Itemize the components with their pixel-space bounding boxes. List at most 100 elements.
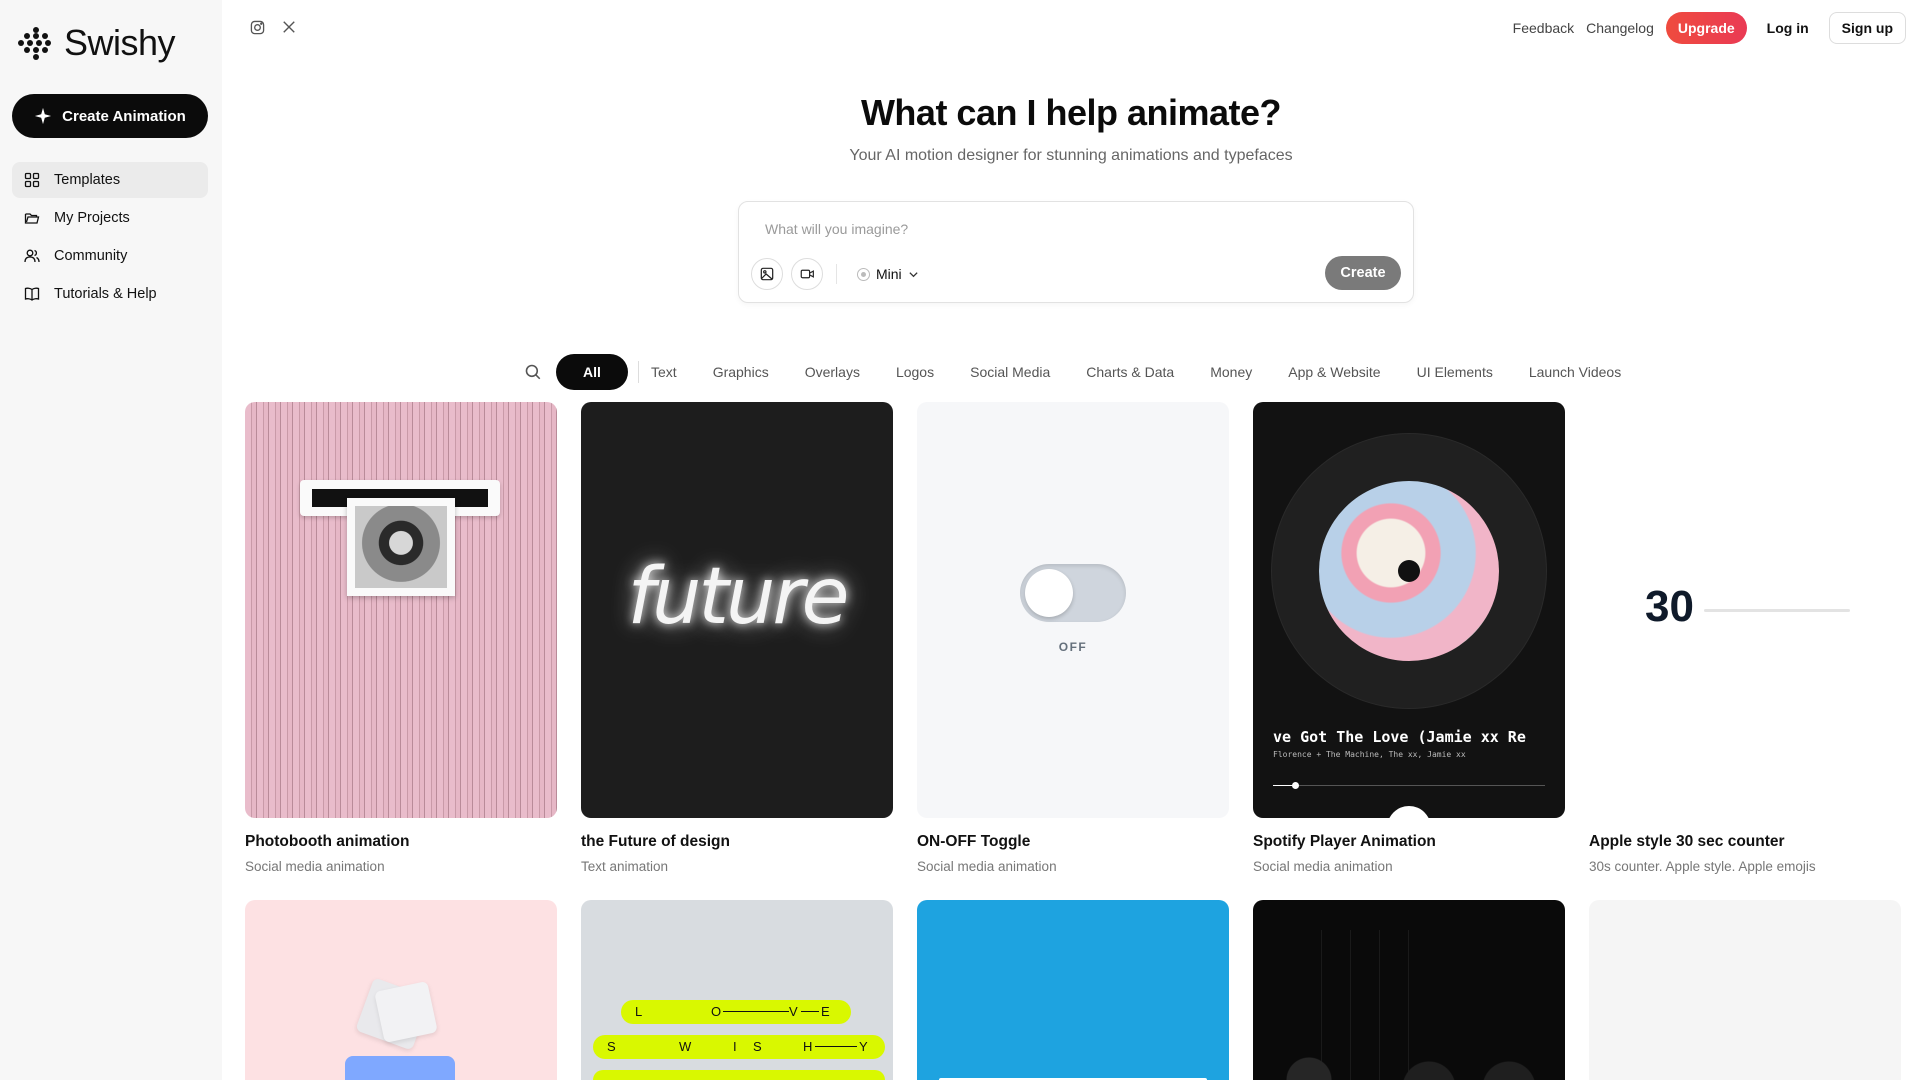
video-upload-button[interactable] <box>791 258 823 290</box>
card-thumbnail <box>1589 900 1901 1080</box>
top-nav: Feedback Changelog Upgrade Log in Sign u… <box>1513 12 1906 44</box>
filter-logos[interactable]: Logos <box>896 364 952 380</box>
create-animation-button[interactable]: Create Animation <box>12 94 208 138</box>
folder-icon <box>24 213 40 224</box>
filter-social-media[interactable]: Social Media <box>970 364 1068 380</box>
sidebar-item-tutorials[interactable]: Tutorials & Help <box>12 276 208 312</box>
card-subtitle: Social media animation <box>917 859 1057 874</box>
category-filters: All Text Graphics Overlays Logos Social … <box>524 354 1639 390</box>
song-artist: Florence + The Machine, The xx, Jamie xx <box>1273 750 1466 759</box>
sparkle-icon <box>35 107 52 125</box>
play-button-peek <box>1387 806 1431 818</box>
card-thumbnail: L O V E S W I S H Y <box>581 900 893 1080</box>
template-card-counter[interactable]: 30 Apple style 30 sec counter 30s counte… <box>1589 402 1901 874</box>
book-icon <box>24 287 40 301</box>
sidebar-item-templates[interactable]: Templates <box>12 162 208 198</box>
prompt-box: Mini Create <box>738 201 1414 303</box>
search-icon[interactable] <box>524 363 542 381</box>
card-thumbnail <box>245 900 557 1080</box>
filter-ui-elements[interactable]: UI Elements <box>1417 364 1511 380</box>
x-icon[interactable] <box>280 18 298 36</box>
template-card-toggle[interactable]: OFF ON-OFF Toggle Social media animation <box>917 402 1229 874</box>
logo[interactable]: Swishy <box>18 22 176 64</box>
filter-charts-data[interactable]: Charts & Data <box>1086 364 1192 380</box>
image-placeholder-icon <box>374 980 438 1044</box>
image-icon <box>760 267 774 281</box>
model-dot-icon <box>857 267 870 281</box>
toggle-switch <box>1020 564 1126 622</box>
model-select[interactable]: Mini <box>857 266 919 282</box>
template-card-spotify[interactable]: ve Got The Love (Jamie xx Re Florence + … <box>1253 402 1565 874</box>
feedback-link[interactable]: Feedback <box>1513 20 1574 36</box>
chevron-down-icon <box>909 271 918 277</box>
create-animation-label: Create Animation <box>62 107 186 125</box>
photo-print <box>347 498 455 596</box>
sidebar-nav: Templates My Projects Community Tutorial… <box>12 162 208 314</box>
users-icon <box>24 249 40 263</box>
instagram-icon[interactable] <box>248 18 266 36</box>
card-thumbnail: 30 <box>1589 402 1901 818</box>
word-bar-3 <box>593 1070 885 1080</box>
vinyl-record <box>1272 434 1546 708</box>
card-thumbnail <box>917 900 1229 1080</box>
card-title: Photobooth animation <box>245 833 410 850</box>
template-card-wordgrid[interactable]: L O V E S W I S H Y <box>581 900 893 1080</box>
card-subtitle: Text animation <box>581 859 669 874</box>
card-thumbnail <box>245 402 557 818</box>
sidebar-item-label: Community <box>54 248 128 264</box>
template-card-folder[interactable] <box>245 900 557 1080</box>
signup-button[interactable]: Sign up <box>1828 12 1906 44</box>
template-card-blue[interactable] <box>917 900 1229 1080</box>
dark-number-peek <box>1279 1050 1539 1080</box>
filter-app-website[interactable]: App & Website <box>1288 364 1398 380</box>
sidebar-item-community[interactable]: Community <box>12 238 208 274</box>
card-thumbnail: ve Got The Love (Jamie xx Re Florence + … <box>1253 402 1565 818</box>
sidebar-item-label: Tutorials & Help <box>54 286 157 302</box>
logo-icon <box>18 25 54 61</box>
video-icon <box>800 269 814 279</box>
filter-all[interactable]: All <box>556 354 628 390</box>
filter-graphics[interactable]: Graphics <box>713 364 787 380</box>
card-subtitle: Social media animation <box>245 859 385 874</box>
card-thumbnail <box>1253 900 1565 1080</box>
filter-overlays[interactable]: Overlays <box>805 364 878 380</box>
create-button[interactable]: Create <box>1325 256 1401 290</box>
filter-text[interactable]: Text <box>651 364 695 380</box>
upgrade-button[interactable]: Upgrade <box>1665 12 1747 44</box>
card-title: Spotify Player Animation <box>1253 833 1436 850</box>
card-thumbnail: future <box>581 402 893 818</box>
app-name: Swishy <box>64 22 176 63</box>
template-card-light[interactable] <box>1589 900 1901 1080</box>
page-title: What can I help animate? <box>860 92 1282 133</box>
future-text: future <box>627 552 850 642</box>
counter-track <box>1704 609 1850 612</box>
image-upload-button[interactable] <box>751 258 783 290</box>
card-title: ON-OFF Toggle <box>917 833 1031 850</box>
changelog-link[interactable]: Changelog <box>1586 20 1654 36</box>
template-card-future[interactable]: future the Future of design Text animati… <box>581 402 893 874</box>
progress-track <box>1273 782 1545 789</box>
template-card-dark[interactable] <box>1253 900 1565 1080</box>
toggle-state-label: OFF <box>1058 640 1088 654</box>
sidebar: Swishy Create Animation Templates My Pro… <box>0 0 222 1080</box>
card-title: the Future of design <box>581 833 730 850</box>
login-button[interactable]: Log in <box>1759 20 1817 36</box>
sidebar-item-label: Templates <box>54 172 121 188</box>
model-label: Mini <box>876 266 902 282</box>
word-bar-1: L O V E <box>621 1000 851 1024</box>
divider <box>836 264 837 284</box>
card-thumbnail: OFF <box>917 402 1229 818</box>
card-subtitle: 30s counter. Apple style. Apple emojis <box>1589 859 1816 874</box>
filter-money[interactable]: Money <box>1210 364 1270 380</box>
counter-number: 30 <box>1645 582 1694 631</box>
page-subtitle: Your AI motion designer for stunning ani… <box>849 147 1293 164</box>
sidebar-item-my-projects[interactable]: My Projects <box>12 200 208 236</box>
divider <box>638 361 639 383</box>
sidebar-item-label: My Projects <box>54 210 130 226</box>
card-title: Apple style 30 sec counter <box>1589 833 1785 850</box>
filter-launch-videos[interactable]: Launch Videos <box>1529 364 1639 380</box>
social-links <box>248 18 298 36</box>
prompt-input[interactable] <box>763 220 1367 238</box>
template-card-photobooth[interactable]: Photobooth animation Social media animat… <box>245 402 557 874</box>
grid-icon <box>24 172 40 188</box>
